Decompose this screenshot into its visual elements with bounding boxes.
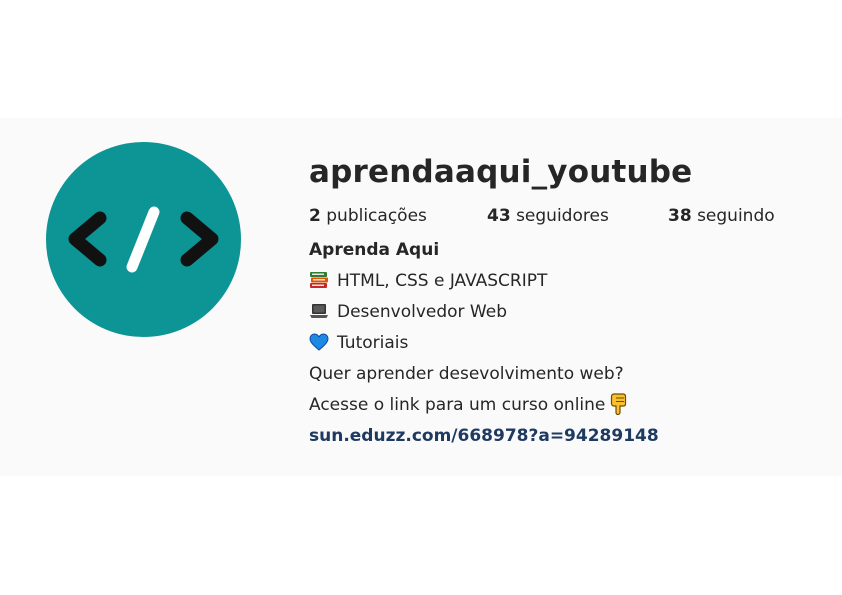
bio-role-text: Desenvolvedor Web: [337, 302, 507, 322]
bio-external-link[interactable]: sun.eduzz.com/668978?a=94289148: [309, 426, 659, 446]
posts-label: publicações: [326, 206, 427, 226]
code-brackets-icon: [68, 206, 219, 273]
laptop-icon: [310, 304, 328, 318]
stat-following[interactable]: 38 seguindo: [668, 204, 775, 228]
profile-header: aprendaaqui_youtube 2 publicações 43 seg…: [0, 118, 842, 476]
bio-skills-text: HTML, CSS e JAVASCRIPT: [337, 271, 548, 291]
bio-course-text: Acesse o link para um curso online: [309, 395, 606, 415]
bio-line-role: Desenvolvedor Web: [309, 297, 829, 328]
profile-info: aprendaaqui_youtube 2 publicações 43 seg…: [309, 152, 829, 452]
bio-line-question: Quer aprender desevolvimento web?: [309, 364, 624, 384]
bio-tutorials-text: Tutoriais: [337, 333, 409, 353]
bio-line-course: Acesse o link para um curso online: [309, 390, 829, 421]
bio-line-link: sun.eduzz.com/668978?a=94289148: [309, 421, 829, 452]
profile-avatar[interactable]: [46, 142, 241, 337]
following-count: 38: [668, 206, 692, 226]
blue-heart-icon: [309, 333, 329, 351]
bio-line-tutorials: Tutoriais: [309, 328, 829, 359]
stat-followers[interactable]: 43 seguidores: [487, 204, 609, 228]
bio-line-skills: HTML, CSS e JAVASCRIPT: [309, 266, 829, 297]
following-label: seguindo: [697, 206, 775, 226]
profile-stats: 2 publicações 43 seguidores 38 seguindo: [309, 204, 829, 228]
bio-name: Aprenda Aqui: [309, 240, 440, 260]
pointing-down-icon: [611, 393, 627, 415]
followers-count: 43: [487, 206, 511, 226]
posts-count: 2: [309, 206, 321, 226]
profile-bio: Aprenda Aqui HTML, CSS e JAVASCRIPT Dese…: [309, 235, 829, 452]
stat-posts[interactable]: 2 publicações: [309, 204, 427, 228]
books-icon: [310, 272, 328, 288]
profile-username: aprendaaqui_youtube: [309, 154, 693, 190]
followers-label: seguidores: [516, 206, 609, 226]
